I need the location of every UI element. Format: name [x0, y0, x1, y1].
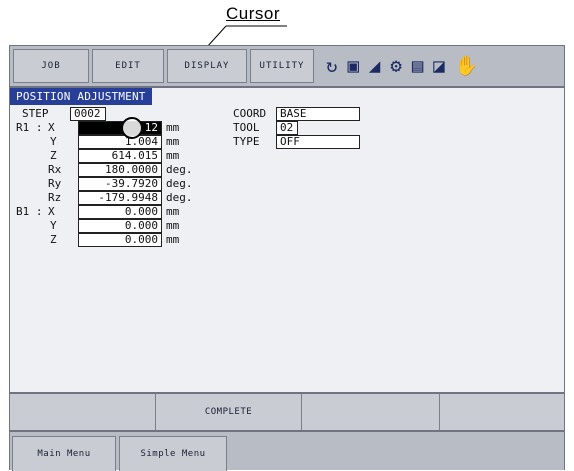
r1-rz-field[interactable]: -179.9948 [78, 191, 162, 205]
signal-icon[interactable]: ◢ [369, 56, 380, 76]
complete-button[interactable]: COMPLETE [156, 394, 302, 430]
unit-b1-z: mm [166, 233, 180, 246]
unit-b1-x: mm [166, 205, 180, 218]
axis-label-b1-y: Y [50, 219, 57, 232]
simple-menu-button[interactable]: Simple Menu [119, 436, 227, 471]
robot-icon[interactable]: ⚙ [390, 56, 401, 76]
r1-rx-field[interactable]: 180.0000 [78, 163, 162, 177]
position-adjustment-panel: POSITION ADJUSTMENT STEP 0002 COORD BASE… [9, 87, 565, 393]
function-key-1[interactable] [10, 394, 156, 430]
b1-y-field[interactable]: 0.000 [78, 219, 162, 233]
r1-y-field[interactable]: 1.004 [78, 135, 162, 149]
tool-field[interactable]: 02 [276, 121, 298, 135]
axis-label-r1-y: Y [50, 135, 57, 148]
panel-title: POSITION ADJUSTMENT [10, 88, 152, 105]
axis-label-r1-rz: Rz [48, 191, 62, 204]
step-field[interactable]: 0002 [70, 107, 106, 121]
coord-label: COORD [233, 107, 267, 120]
axis-label-b1-z: Z [50, 233, 57, 246]
r1-prefix: R1 : [16, 121, 43, 134]
unit-r1-y: mm [166, 135, 180, 148]
job-menu-button[interactable]: JOB [13, 49, 89, 83]
unit-r1-ry: deg. [166, 177, 193, 190]
axis-label-b1-x: X [48, 205, 55, 218]
r1-x-field[interactable]: 12 [78, 121, 162, 135]
utility-menu-button[interactable]: UTILITY [250, 49, 314, 83]
status-icons: ↻ ▣ ◢ ⚙ ▤ ◪ ✋ [326, 52, 478, 80]
cursor-callout-label: Cursor [226, 4, 281, 23]
function-key-3[interactable] [302, 394, 440, 430]
top-menu-bar: JOB EDIT DISPLAY UTILITY ↻ ▣ ◢ ⚙ ▤ ◪ ✋ [9, 45, 565, 87]
tool-label: TOOL [233, 121, 260, 134]
b1-prefix: B1 : [16, 205, 43, 218]
display-icon[interactable]: ▤ [412, 56, 423, 76]
r1-ry-field[interactable]: -39.7920 [78, 177, 162, 191]
function-key-bar: COMPLETE [9, 393, 565, 431]
edit-mode-icon[interactable]: ▣ [347, 56, 358, 76]
unit-b1-y: mm [166, 219, 180, 232]
r1-z-field[interactable]: 614.015 [78, 149, 162, 163]
hand-icon[interactable]: ✋ [455, 56, 479, 76]
type-label: TYPE [233, 135, 260, 148]
unit-r1-z: mm [166, 149, 180, 162]
b1-z-field[interactable]: 0.000 [78, 233, 162, 247]
dialog-icon[interactable]: ◪ [433, 56, 444, 76]
cursor-marker [121, 117, 143, 139]
coord-field[interactable]: BASE [276, 107, 360, 121]
b1-x-field[interactable]: 0.000 [78, 205, 162, 219]
edit-menu-button[interactable]: EDIT [92, 49, 164, 83]
axis-label-r1-x: X [48, 121, 55, 134]
unit-r1-rz: deg. [166, 191, 193, 204]
function-key-4[interactable] [440, 394, 564, 430]
axis-label-r1-ry: Ry [48, 177, 62, 190]
type-field[interactable]: OFF [276, 135, 360, 149]
display-menu-button[interactable]: DISPLAY [167, 49, 247, 83]
axis-label-r1-z: Z [50, 149, 57, 162]
axis-label-r1-rx: Rx [48, 163, 62, 176]
bottom-menu-bar: Main Menu Simple Menu [9, 431, 565, 471]
main-menu-button[interactable]: Main Menu [12, 436, 116, 471]
cycle-icon[interactable]: ↻ [326, 56, 337, 76]
unit-r1-x: mm [166, 121, 180, 134]
step-label: STEP [22, 107, 49, 120]
unit-r1-rx: deg. [166, 163, 193, 176]
